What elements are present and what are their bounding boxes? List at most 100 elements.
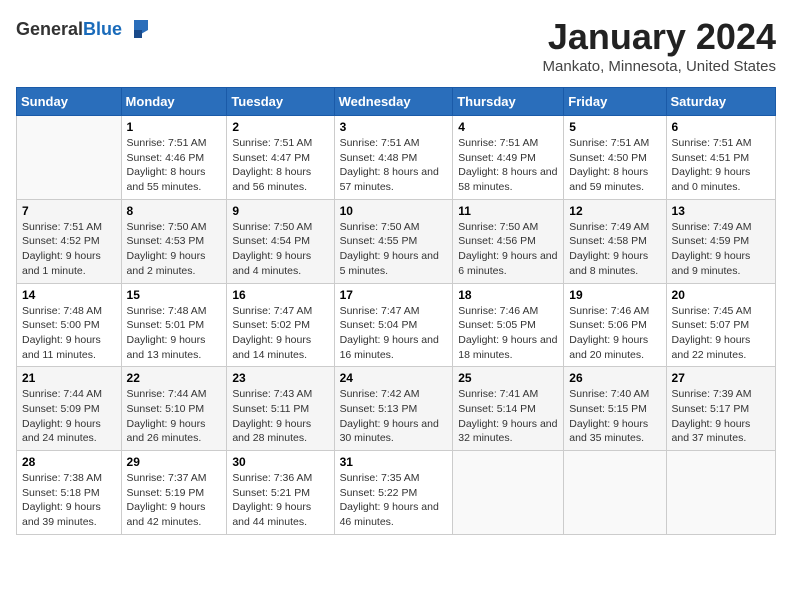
calendar-day-cell: 9Sunrise: 7:50 AMSunset: 4:54 PMDaylight…	[227, 199, 334, 283]
day-info: Sunrise: 7:46 AMSunset: 5:06 PMDaylight:…	[569, 304, 660, 363]
day-number: 31	[340, 455, 448, 469]
calendar-day-cell: 19 Sunrise: 7:46 AMSunset: 5:06 PMDayligh…	[564, 283, 666, 367]
calendar-day-cell	[564, 451, 666, 535]
calendar-week-row: 14 Sunrise: 7:48 AMSunset: 5:00 PMDayligh…	[17, 283, 776, 367]
day-info: Sunrise: 7:42 AMSunset: 5:13 PMDaylight:…	[340, 387, 448, 446]
calendar-day-cell	[666, 451, 775, 535]
calendar-day-cell: 21Sunrise: 7:44 AMSunset: 5:09 PMDayligh…	[17, 367, 122, 451]
calendar-day-cell: 3 Sunrise: 7:51 AMSunset: 4:48 PMDaylight…	[334, 116, 453, 200]
day-number: 14	[22, 288, 116, 302]
day-number: 18	[458, 288, 558, 302]
day-info: Sunrise: 7:51 AMSunset: 4:47 PMDaylight:…	[232, 136, 328, 195]
calendar-day-cell: 18 Sunrise: 7:46 AMSunset: 5:05 PMDayligh…	[453, 283, 564, 367]
day-number: 21	[22, 371, 116, 385]
day-info: Sunrise: 7:44 AMSunset: 5:10 PMDaylight:…	[127, 387, 222, 446]
weekday-header: Saturday	[666, 88, 775, 116]
calendar-day-cell: 22 Sunrise: 7:44 AMSunset: 5:10 PMDayligh…	[121, 367, 227, 451]
day-info: Sunrise: 7:51 AMSunset: 4:51 PMDaylight:…	[672, 136, 770, 195]
day-info: Sunrise: 7:48 AMSunset: 5:01 PMDaylight:…	[127, 304, 222, 363]
day-info: Sunrise: 7:49 AMSunset: 4:58 PMDaylight:…	[569, 220, 660, 279]
calendar-day-cell	[453, 451, 564, 535]
calendar-day-cell: 15 Sunrise: 7:48 AMSunset: 5:01 PMDayligh…	[121, 283, 227, 367]
day-info: Sunrise: 7:50 AMSunset: 4:55 PMDaylight:…	[340, 220, 448, 279]
day-number: 1	[127, 120, 222, 134]
day-number: 27	[672, 371, 770, 385]
weekday-header: Thursday	[453, 88, 564, 116]
logo: GeneralBlue	[16, 16, 152, 44]
title-block: January 2024 Mankato, Minnesota, United …	[543, 16, 776, 75]
calendar-day-cell: 24 Sunrise: 7:42 AMSunset: 5:13 PMDayligh…	[334, 367, 453, 451]
calendar-week-row: 21Sunrise: 7:44 AMSunset: 5:09 PMDayligh…	[17, 367, 776, 451]
day-info: Sunrise: 7:36 AMSunset: 5:21 PMDaylight:…	[232, 471, 328, 530]
calendar-day-cell: 28 Sunrise: 7:38 AMSunset: 5:18 PMDayligh…	[17, 451, 122, 535]
calendar-day-cell: 26 Sunrise: 7:40 AMSunset: 5:15 PMDayligh…	[564, 367, 666, 451]
day-number: 11	[458, 204, 558, 218]
weekday-row: SundayMondayTuesdayWednesdayThursdayFrid…	[17, 88, 776, 116]
calendar-day-cell: 13 Sunrise: 7:49 AMSunset: 4:59 PMDayligh…	[666, 199, 775, 283]
day-number: 17	[340, 288, 448, 302]
calendar-subtitle: Mankato, Minnesota, United States	[543, 58, 776, 75]
logo-general: General	[16, 19, 83, 39]
day-number: 16	[232, 288, 328, 302]
day-number: 26	[569, 371, 660, 385]
day-number: 12	[569, 204, 660, 218]
day-number: 13	[672, 204, 770, 218]
day-info: Sunrise: 7:51 AMSunset: 4:49 PMDaylight:…	[458, 136, 558, 195]
day-info: Sunrise: 7:35 AMSunset: 5:22 PMDaylight:…	[340, 471, 448, 530]
day-info: Sunrise: 7:49 AMSunset: 4:59 PMDaylight:…	[672, 220, 770, 279]
day-info: Sunrise: 7:48 AMSunset: 5:00 PMDaylight:…	[22, 304, 116, 363]
page-header: GeneralBlue January 2024 Mankato, Minnes…	[16, 16, 776, 75]
calendar-day-cell: 1 Sunrise: 7:51 AMSunset: 4:46 PMDaylight…	[121, 116, 227, 200]
day-number: 24	[340, 371, 448, 385]
weekday-header: Sunday	[17, 88, 122, 116]
day-info: Sunrise: 7:47 AMSunset: 5:02 PMDaylight:…	[232, 304, 328, 363]
day-number: 7	[22, 204, 116, 218]
calendar-day-cell: 29Sunrise: 7:37 AMSunset: 5:19 PMDayligh…	[121, 451, 227, 535]
calendar-day-cell: 11 Sunrise: 7:50 AMSunset: 4:56 PMDayligh…	[453, 199, 564, 283]
calendar-day-cell: 31 Sunrise: 7:35 AMSunset: 5:22 PMDayligh…	[334, 451, 453, 535]
day-number: 28	[22, 455, 116, 469]
calendar-day-cell: 17 Sunrise: 7:47 AMSunset: 5:04 PMDayligh…	[334, 283, 453, 367]
calendar-body: 1 Sunrise: 7:51 AMSunset: 4:46 PMDaylight…	[17, 116, 776, 535]
calendar-day-cell: 5Sunrise: 7:51 AMSunset: 4:50 PMDaylight…	[564, 116, 666, 200]
weekday-header: Friday	[564, 88, 666, 116]
day-info: Sunrise: 7:38 AMSunset: 5:18 PMDaylight:…	[22, 471, 116, 530]
day-info: Sunrise: 7:45 AMSunset: 5:07 PMDaylight:…	[672, 304, 770, 363]
day-info: Sunrise: 7:46 AMSunset: 5:05 PMDaylight:…	[458, 304, 558, 363]
weekday-header: Monday	[121, 88, 227, 116]
day-number: 3	[340, 120, 448, 134]
calendar-day-cell: 8Sunrise: 7:50 AMSunset: 4:53 PMDaylight…	[121, 199, 227, 283]
day-number: 15	[127, 288, 222, 302]
calendar-day-cell: 25Sunrise: 7:41 AMSunset: 5:14 PMDayligh…	[453, 367, 564, 451]
day-info: Sunrise: 7:51 AMSunset: 4:52 PMDaylight:…	[22, 220, 116, 279]
calendar-day-cell: 6 Sunrise: 7:51 AMSunset: 4:51 PMDaylight…	[666, 116, 775, 200]
day-number: 6	[672, 120, 770, 134]
calendar-day-cell	[17, 116, 122, 200]
calendar-week-row: 1 Sunrise: 7:51 AMSunset: 4:46 PMDaylight…	[17, 116, 776, 200]
calendar-header: SundayMondayTuesdayWednesdayThursdayFrid…	[17, 88, 776, 116]
calendar-table: SundayMondayTuesdayWednesdayThursdayFrid…	[16, 87, 776, 535]
day-info: Sunrise: 7:39 AMSunset: 5:17 PMDaylight:…	[672, 387, 770, 446]
day-number: 19	[569, 288, 660, 302]
day-info: Sunrise: 7:51 AMSunset: 4:48 PMDaylight:…	[340, 136, 448, 195]
day-info: Sunrise: 7:50 AMSunset: 4:56 PMDaylight:…	[458, 220, 558, 279]
day-number: 30	[232, 455, 328, 469]
day-info: Sunrise: 7:51 AMSunset: 4:46 PMDaylight:…	[127, 136, 222, 195]
day-number: 23	[232, 371, 328, 385]
calendar-day-cell: 20 Sunrise: 7:45 AMSunset: 5:07 PMDayligh…	[666, 283, 775, 367]
calendar-day-cell: 4Sunrise: 7:51 AMSunset: 4:49 PMDaylight…	[453, 116, 564, 200]
calendar-day-cell: 2 Sunrise: 7:51 AMSunset: 4:47 PMDaylight…	[227, 116, 334, 200]
day-info: Sunrise: 7:40 AMSunset: 5:15 PMDaylight:…	[569, 387, 660, 446]
day-number: 5	[569, 120, 660, 134]
logo-icon	[124, 16, 152, 44]
calendar-week-row: 28 Sunrise: 7:38 AMSunset: 5:18 PMDayligh…	[17, 451, 776, 535]
day-info: Sunrise: 7:47 AMSunset: 5:04 PMDaylight:…	[340, 304, 448, 363]
calendar-day-cell: 14 Sunrise: 7:48 AMSunset: 5:00 PMDayligh…	[17, 283, 122, 367]
day-number: 2	[232, 120, 328, 134]
calendar-day-cell: 30 Sunrise: 7:36 AMSunset: 5:21 PMDayligh…	[227, 451, 334, 535]
day-number: 10	[340, 204, 448, 218]
day-number: 22	[127, 371, 222, 385]
weekday-header: Wednesday	[334, 88, 453, 116]
calendar-day-cell: 27 Sunrise: 7:39 AMSunset: 5:17 PMDayligh…	[666, 367, 775, 451]
day-number: 20	[672, 288, 770, 302]
